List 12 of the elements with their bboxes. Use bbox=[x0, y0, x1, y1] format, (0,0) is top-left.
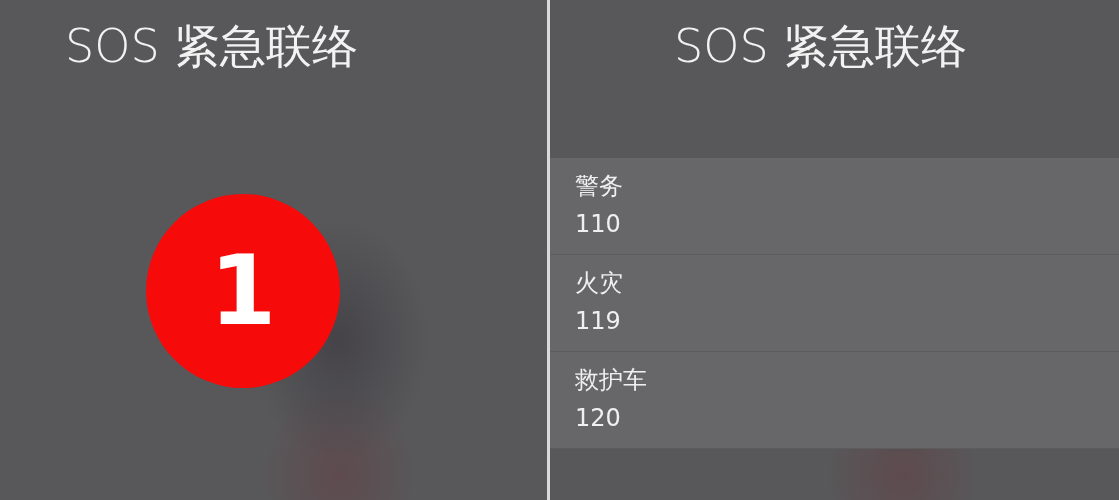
countdown-badge: 1 bbox=[146, 194, 340, 388]
contact-number: 119 bbox=[575, 307, 622, 335]
contact-row[interactable]: 救护车 120 bbox=[550, 352, 1119, 449]
contact-number: 120 bbox=[575, 404, 622, 432]
contact-name: 火灾 bbox=[575, 268, 624, 299]
contact-name: 警务 bbox=[575, 171, 624, 202]
contact-row[interactable]: 火灾 119 bbox=[550, 255, 1119, 352]
screen-title: SOS 紧急联络 bbox=[65, 19, 359, 73]
contact-row[interactable]: 警务 110 bbox=[550, 158, 1119, 255]
screen-title: SOS 紧急联络 bbox=[674, 19, 968, 73]
contact-name: 救护车 bbox=[575, 365, 648, 396]
contact-number: 110 bbox=[575, 210, 622, 238]
